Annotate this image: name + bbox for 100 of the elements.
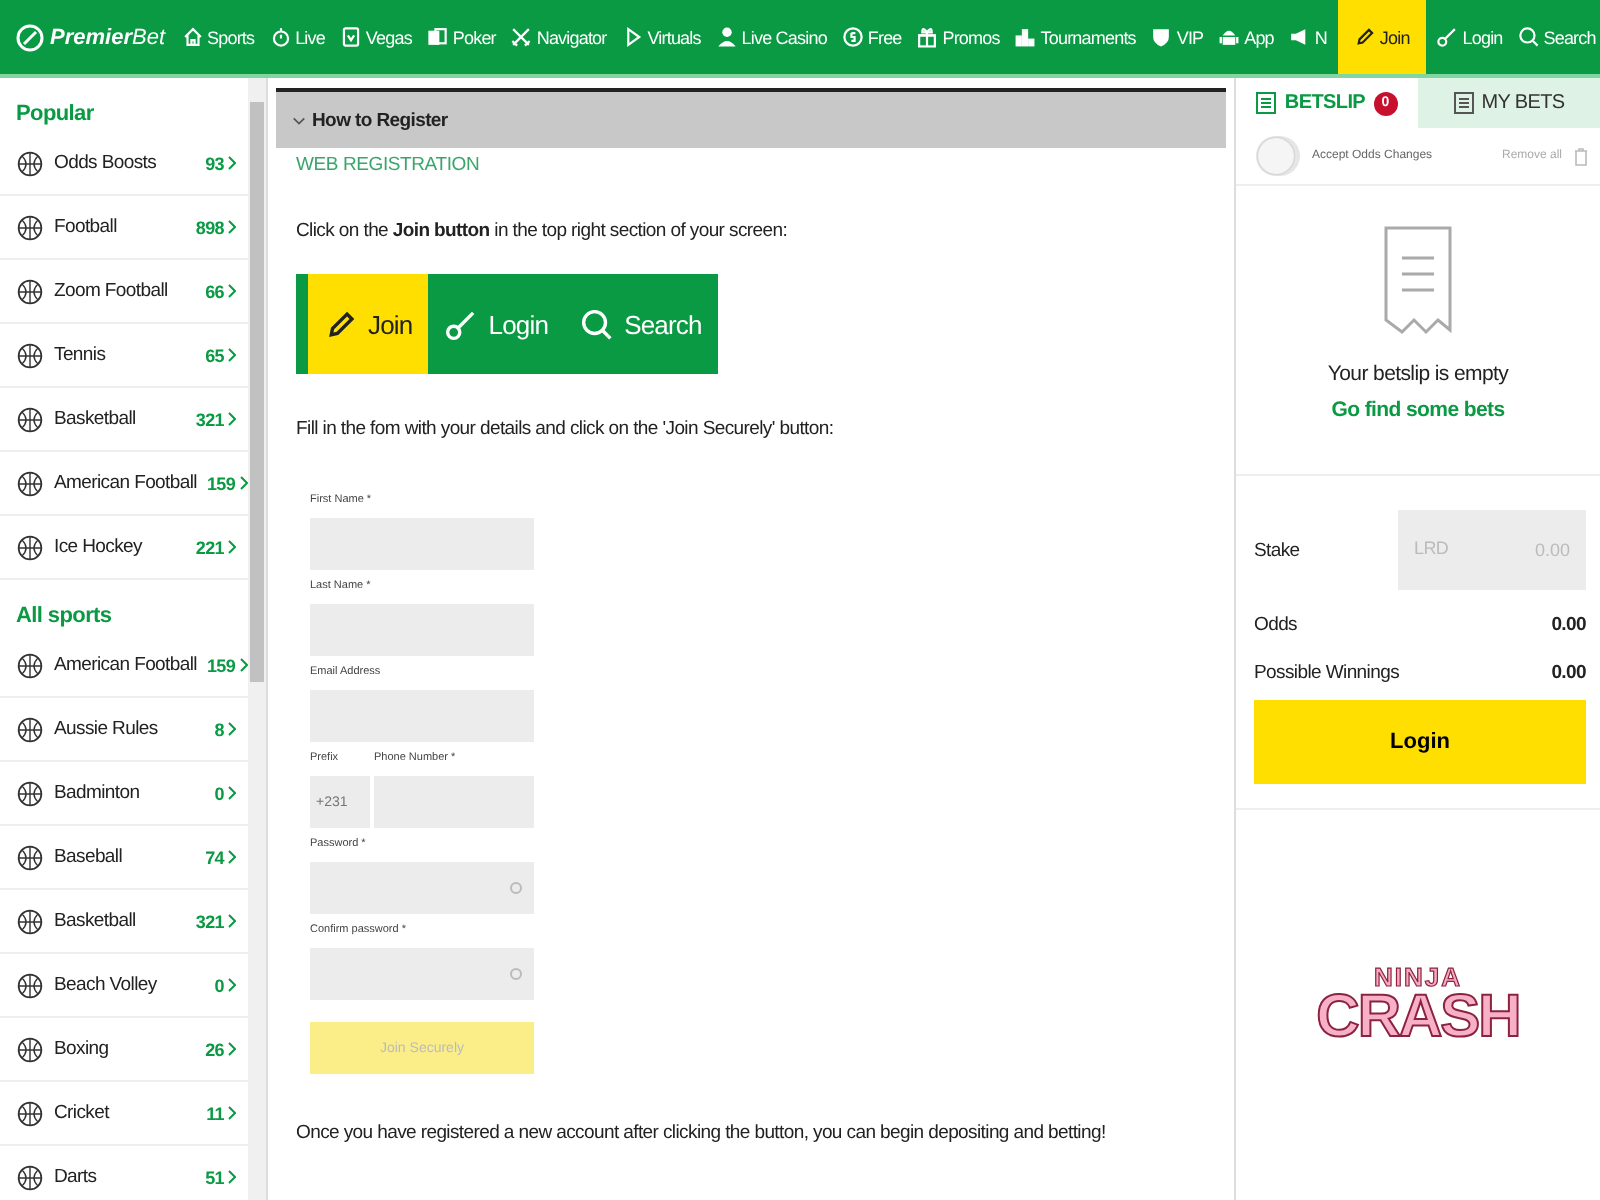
empty-message: Your betslip is empty — [1327, 362, 1509, 386]
chevron-right-icon — [228, 850, 236, 864]
ball-icon — [16, 779, 44, 807]
winnings-label: Possible Winnings — [1254, 661, 1400, 683]
sport-name: Baseball — [54, 846, 125, 868]
chevron-right-icon — [228, 978, 236, 992]
instruction-text: Click on the Join button in the top right section of your screen: — [296, 220, 788, 242]
coin-icon — [841, 26, 864, 48]
ball-icon — [16, 1163, 44, 1191]
winnings-value: 0.00 — [1551, 661, 1586, 683]
event-count: 0 — [214, 975, 224, 995]
betslip-tab[interactable]: MY BETS — [1418, 78, 1600, 128]
chevron-right-icon — [228, 220, 236, 234]
chevron-right-icon — [228, 1042, 236, 1056]
pencil-icon — [1353, 26, 1376, 48]
ball-icon — [16, 971, 44, 999]
nav-item[interactable]: Live Casino — [711, 0, 831, 74]
chevron-right-icon — [239, 658, 248, 672]
sport-name: Odds Boosts — [54, 152, 159, 174]
chevron-down-icon — [292, 113, 306, 127]
event-count: 159 — [206, 655, 236, 675]
ball-icon — [16, 1035, 44, 1063]
chevron-right-icon — [228, 348, 236, 362]
odds-value: 0.00 — [1551, 613, 1586, 635]
podium-icon — [1014, 26, 1037, 48]
event-count: 51 — [205, 1167, 224, 1187]
nav-item[interactable]: App — [1214, 0, 1278, 74]
nav-item[interactable]: Live — [265, 0, 329, 74]
ball-icon — [16, 533, 44, 561]
nav-item[interactable]: Navigator — [506, 0, 611, 74]
sport-name: American Football — [54, 654, 197, 676]
nav-item[interactable]: N — [1284, 0, 1331, 74]
sport-name: Football — [54, 216, 119, 238]
chevron-right-icon — [228, 412, 236, 426]
ball-icon — [16, 1099, 44, 1127]
ball-icon — [16, 715, 44, 743]
event-count: 321 — [195, 911, 224, 931]
chevron-right-icon — [239, 476, 248, 490]
nav-item[interactable]: Join — [1337, 0, 1426, 74]
sport-name: Ice Hockey — [54, 536, 145, 558]
instruction-text: Once you have registered a new account after clicking the button, you can begin depositing and betting! — [296, 1122, 1106, 1144]
nav-item[interactable]: Free — [837, 0, 906, 74]
nav-item[interactable]: Vegas — [335, 0, 416, 74]
chevron-right-icon — [228, 1170, 236, 1184]
nav-item[interactable]: Search — [1513, 0, 1600, 74]
nav-item[interactable]: Login — [1432, 0, 1507, 74]
password-field[interactable] — [310, 862, 534, 914]
ball-icon — [16, 277, 44, 305]
cards-icon — [426, 26, 449, 48]
sport-name: Tennis — [54, 344, 108, 366]
find-bets-link[interactable]: Go find some bets — [1331, 398, 1505, 422]
event-count: 159 — [206, 473, 236, 493]
sport-name: Boxing — [54, 1038, 111, 1060]
sport-name: Zoom Football — [54, 280, 170, 302]
chevron-right-icon — [228, 156, 236, 170]
event-count: 898 — [195, 217, 224, 237]
sport-name: Cricket — [54, 1102, 112, 1124]
event-count: 26 — [205, 1039, 224, 1059]
chevron-right-icon — [228, 1106, 236, 1120]
ball-icon — [16, 405, 44, 433]
nav-item[interactable]: Promos — [912, 0, 1004, 74]
login-button[interactable]: Login — [1254, 700, 1586, 784]
list-icon — [1453, 92, 1474, 114]
event-count: 8 — [214, 719, 224, 739]
megaphone-icon — [1288, 26, 1311, 48]
section-heading: All sports — [14, 602, 114, 632]
event-count: 221 — [195, 537, 224, 557]
nav-item[interactable]: VIP — [1146, 0, 1208, 74]
gift-icon — [916, 26, 939, 48]
sport-name: Beach Volley — [54, 974, 159, 996]
nav-item[interactable]: Poker — [422, 0, 500, 74]
stopwatch-icon — [269, 26, 292, 48]
scrollbar[interactable] — [248, 78, 266, 1200]
event-count: 65 — [205, 345, 224, 365]
ball-icon — [16, 651, 44, 679]
sport-name: Basketball — [54, 910, 138, 932]
odds-label: Odds — [1254, 613, 1298, 635]
event-count: 93 — [205, 153, 224, 173]
section-heading: Popular — [14, 100, 96, 130]
key-icon — [1436, 26, 1459, 48]
section-header[interactable]: How to Register — [276, 88, 1226, 148]
nav-item[interactable]: Sports — [177, 0, 259, 74]
nav-item[interactable]: Tournaments — [1010, 0, 1140, 74]
ball-icon — [16, 213, 44, 241]
section-subheading: WEB REGISTRATION — [296, 154, 480, 176]
pencil-icon — [324, 307, 358, 341]
site-logo[interactable]: PremierBet — [16, 0, 165, 74]
ball-icon — [16, 907, 44, 935]
chevron-right-icon — [228, 786, 236, 800]
event-count: 321 — [195, 409, 224, 429]
trash-icon[interactable] — [1574, 147, 1588, 165]
nav-item[interactable]: Virtuals — [617, 0, 705, 74]
toggle-switch[interactable] — [1256, 136, 1300, 176]
event-count: 66 — [205, 281, 224, 301]
key-icon — [444, 307, 479, 341]
password-field[interactable] — [310, 948, 534, 1000]
ball-icon — [16, 469, 44, 497]
sport-name: American Football — [54, 472, 197, 494]
shield-icon — [1150, 26, 1173, 48]
chevron-right-icon — [228, 540, 236, 554]
